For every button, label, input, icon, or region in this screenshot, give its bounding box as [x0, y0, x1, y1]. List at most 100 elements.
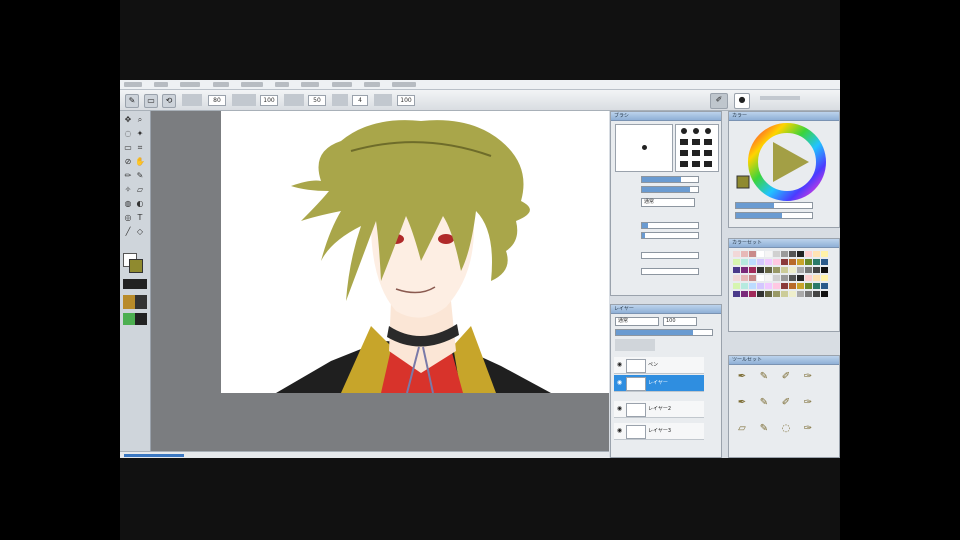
- color-swatch[interactable]: [781, 259, 788, 265]
- blur-icon[interactable]: ◎: [123, 213, 133, 223]
- color-swatch[interactable]: [797, 291, 804, 297]
- color-swatch[interactable]: [805, 267, 812, 273]
- color-swatch[interactable]: [757, 275, 764, 281]
- menu-item[interactable]: [363, 82, 380, 87]
- color-swatch[interactable]: [733, 259, 740, 265]
- visibility-eye-icon[interactable]: ◉: [616, 379, 623, 386]
- sub-color-swatch[interactable]: [123, 295, 135, 309]
- color-swatch[interactable]: [821, 267, 828, 273]
- pencil-preset-icon[interactable]: ✎: [757, 370, 771, 384]
- color-swatch[interactable]: [741, 275, 748, 281]
- brush-opacity-slider[interactable]: [641, 252, 699, 259]
- line-icon[interactable]: ╱: [123, 227, 133, 237]
- color-swatch[interactable]: [757, 251, 764, 257]
- color-swatch[interactable]: [757, 259, 764, 265]
- color-swatch[interactable]: [741, 283, 748, 289]
- airbrush-icon[interactable]: ✧: [123, 185, 133, 195]
- color-swatch[interactable]: [765, 283, 772, 289]
- color-swatch[interactable]: [781, 275, 788, 281]
- color-swatch[interactable]: [821, 259, 828, 265]
- color-mode-swatch[interactable]: [123, 279, 147, 289]
- color-swatch[interactable]: [789, 291, 796, 297]
- color-swatch[interactable]: [765, 259, 772, 265]
- sub-color-swatch[interactable]: [135, 313, 147, 325]
- color-swatch[interactable]: [797, 259, 804, 265]
- color-swatch[interactable]: [781, 291, 788, 297]
- color-swatch[interactable]: [789, 283, 796, 289]
- color-swatch[interactable]: [733, 251, 740, 257]
- color-swatch[interactable]: [797, 267, 804, 273]
- color-swatch[interactable]: [781, 283, 788, 289]
- layer-blend-mode-select[interactable]: 通常: [615, 317, 659, 326]
- color-swatch[interactable]: [733, 291, 740, 297]
- marker-preset-icon[interactable]: ✎: [757, 396, 771, 410]
- color-swatch[interactable]: [789, 251, 796, 257]
- color-swatch[interactable]: [773, 275, 780, 281]
- canvas-area[interactable]: [151, 111, 609, 451]
- brush-amount-slider[interactable]: [641, 232, 699, 239]
- menu-item[interactable]: [154, 82, 169, 87]
- pen-tool-icon[interactable]: ✎: [125, 94, 139, 108]
- brush-blend-mode-select[interactable]: 通常: [641, 198, 695, 207]
- color-swatch[interactable]: [749, 267, 756, 273]
- color-swatch[interactable]: [749, 283, 756, 289]
- color-swatch[interactable]: [733, 283, 740, 289]
- spacing-input[interactable]: 100: [397, 95, 415, 106]
- color-swatch[interactable]: [813, 291, 820, 297]
- density-input[interactable]: 100: [260, 95, 278, 106]
- eraser-icon[interactable]: ▱: [135, 185, 145, 195]
- hardness-input[interactable]: 50: [308, 95, 326, 106]
- color-swatch[interactable]: [789, 275, 796, 281]
- eyedropper-icon[interactable]: ⊘: [123, 157, 133, 167]
- smudge-preset-icon[interactable]: ✎: [757, 422, 771, 436]
- color-swatch[interactable]: [813, 251, 820, 257]
- stabilizer-input[interactable]: 4: [352, 95, 368, 106]
- sub-color-swatch[interactable]: [135, 295, 147, 309]
- color-swatch[interactable]: [789, 259, 796, 265]
- color-swatch[interactable]: [821, 291, 828, 297]
- color-swatch[interactable]: [813, 259, 820, 265]
- menu-item[interactable]: [240, 82, 263, 87]
- lasso-icon[interactable]: ◌: [123, 129, 133, 139]
- eraser-preset-icon[interactable]: ✑: [801, 396, 815, 410]
- menu-item[interactable]: [275, 82, 290, 87]
- layer-row[interactable]: ◉ ペン: [614, 357, 704, 374]
- menu-item[interactable]: [331, 82, 352, 87]
- selection-icon[interactable]: ▭: [144, 94, 158, 108]
- color-swatch[interactable]: [733, 275, 740, 281]
- bucket-icon[interactable]: ◍: [123, 199, 133, 209]
- color-swatch[interactable]: [781, 267, 788, 273]
- menu-item[interactable]: [301, 82, 320, 87]
- hand-icon[interactable]: ✋: [135, 157, 145, 167]
- menu-item[interactable]: [212, 82, 229, 87]
- bokashi-preset-icon[interactable]: ◌: [779, 422, 793, 436]
- color-swatch[interactable]: [741, 291, 748, 297]
- color-swatch[interactable]: [773, 267, 780, 273]
- watercolor-preset-icon[interactable]: ✒: [735, 396, 749, 410]
- brush-dot-icon[interactable]: ●: [734, 93, 750, 109]
- layer-row[interactable]: ◉ レイヤー3: [614, 423, 704, 440]
- color-swatch[interactable]: [741, 267, 748, 273]
- color-swatch[interactable]: [821, 251, 828, 257]
- color-swatch[interactable]: [789, 267, 796, 273]
- crop-icon[interactable]: ⌗: [135, 143, 145, 153]
- menu-item[interactable]: [180, 82, 201, 87]
- color-swatch[interactable]: [757, 267, 764, 273]
- gradient-icon[interactable]: ◐: [135, 199, 145, 209]
- color-swatch[interactable]: [773, 259, 780, 265]
- color-swatch[interactable]: [741, 251, 748, 257]
- zoom-icon[interactable]: ⌕: [135, 115, 145, 125]
- color-swatch[interactable]: [757, 283, 764, 289]
- color-swatch[interactable]: [749, 259, 756, 265]
- layer-row[interactable]: ◉ レイヤー2: [614, 401, 704, 418]
- hue-slider[interactable]: [735, 202, 813, 209]
- color-swatch[interactable]: [805, 291, 812, 297]
- color-swatch[interactable]: [765, 291, 772, 297]
- color-swatch[interactable]: [813, 267, 820, 273]
- swatch-grid[interactable]: [733, 251, 828, 301]
- brush-preset-icon[interactable]: ✐: [779, 370, 793, 384]
- color-swatch[interactable]: [821, 283, 828, 289]
- pencil-icon[interactable]: ✏: [123, 171, 133, 181]
- layer-opacity-input[interactable]: 100: [663, 317, 697, 326]
- brush-size-slider[interactable]: [641, 176, 699, 183]
